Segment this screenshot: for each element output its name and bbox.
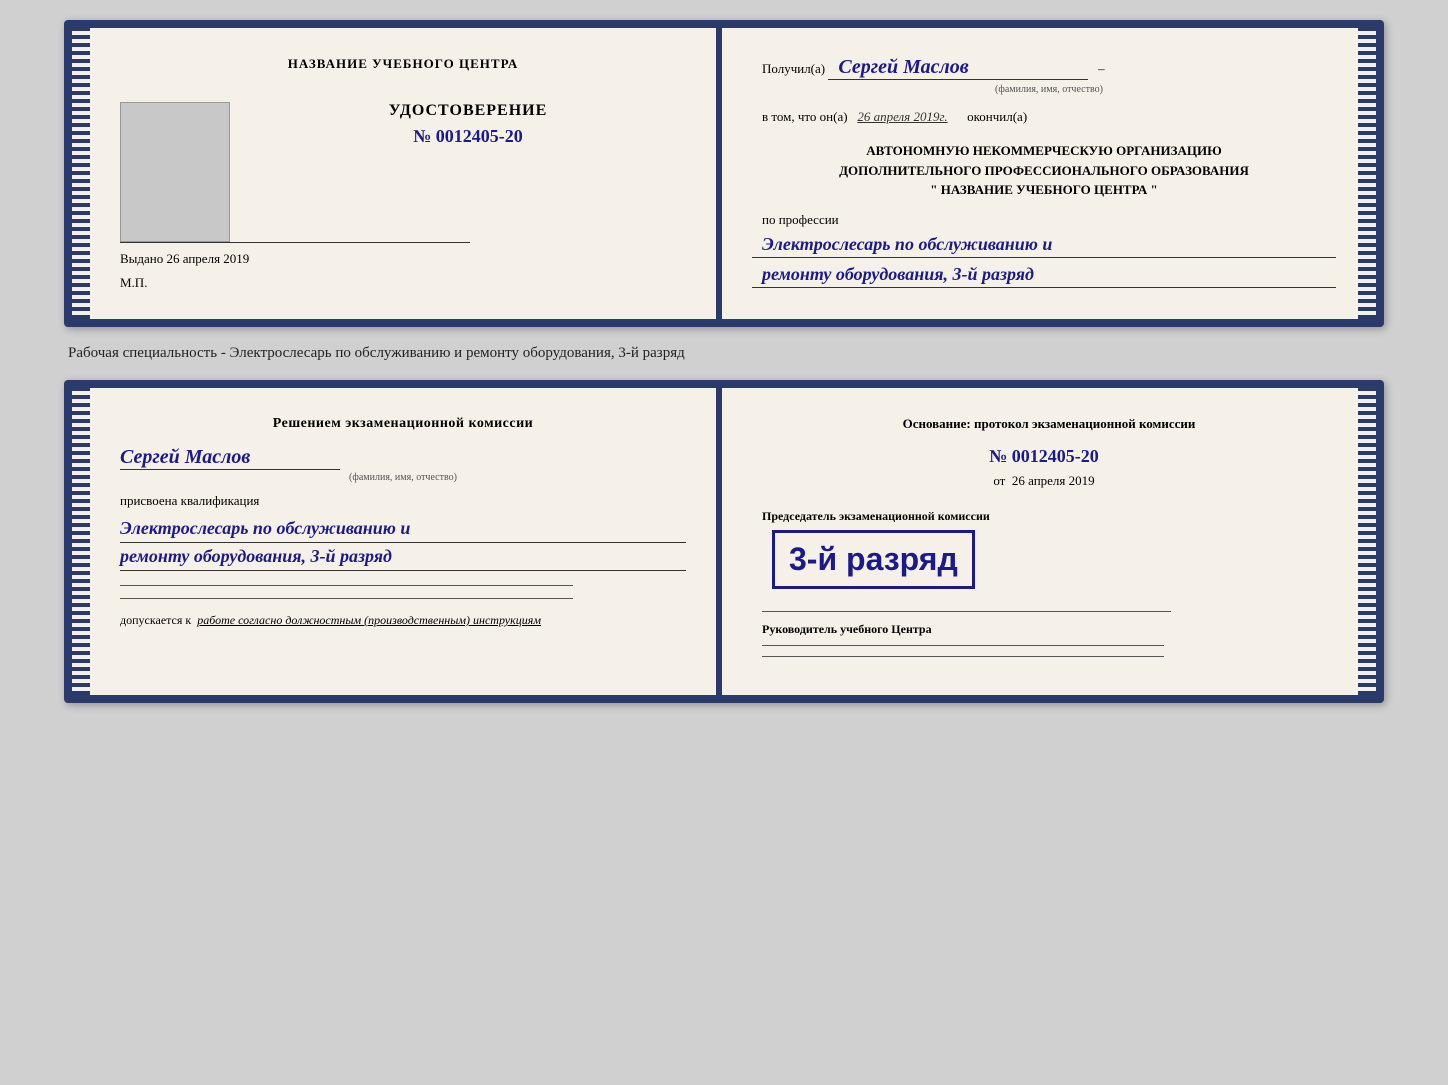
allowed-label: допускается к работе согласно должностны… — [120, 613, 686, 628]
issued-label: Выдано — [120, 251, 163, 266]
director-line2 — [762, 656, 1164, 657]
line2 — [120, 598, 573, 599]
completed-suffix: окончил(а) — [967, 109, 1027, 124]
top-cert-center-title: НАЗВАНИЕ УЧЕБНОГО ЦЕНТРА — [102, 56, 686, 72]
chairman-label: Председатель экзаменационной комиссии — [752, 509, 1336, 524]
basis-title: Основание: протокол экзаменационной коми… — [752, 416, 1336, 432]
protocol-date-prefix: от — [993, 473, 1005, 488]
fio-label-top: (фамилия, имя, отчество) — [762, 84, 1336, 95]
mp-label: М.П. — [102, 275, 686, 291]
protocol-number: № 0012405-20 — [752, 446, 1336, 467]
line1 — [120, 585, 573, 586]
allowed-text: работе согласно должностным (производств… — [197, 613, 541, 627]
profession-line1: Электрослесарь по обслуживанию и — [752, 232, 1336, 258]
protocol-date-value: 26 апреля 2019 — [1012, 473, 1095, 488]
fio2-label: (фамилия, имя, отчество) — [120, 472, 686, 483]
stamp-box: 3-й разряд — [772, 530, 975, 589]
org-line1: АВТОНОМНУЮ НЕКОММЕРЧЕСКУЮ ОРГАНИЗАЦИЮ — [752, 141, 1336, 161]
bottom-right-edge-decor — [1358, 388, 1376, 695]
profession-label: по профессии — [752, 212, 1336, 228]
chairman-sig-line — [762, 611, 1171, 612]
commission-name: Сергей Маслов — [120, 446, 340, 470]
org-line3: " НАЗВАНИЕ УЧЕБНОГО ЦЕНТРА " — [752, 180, 1336, 200]
profession-line2: ремонту оборудования, 3-й разряд — [752, 262, 1336, 288]
qual-text2: ремонту оборудования, 3-й разряд — [120, 543, 686, 571]
protocol-date: от 26 апреля 2019 — [752, 473, 1336, 489]
stamp-text: 3-й разряд — [789, 541, 958, 577]
photo-area — [120, 102, 230, 242]
director-label: Руководитель учебного Центра — [752, 622, 1336, 637]
issued-date: 26 апреля 2019 — [167, 251, 250, 266]
allowed-prefix: допускается к — [120, 613, 191, 627]
top-cert-left: НАЗВАНИЕ УЧЕБНОГО ЦЕНТРА УДОСТОВЕРЕНИЕ №… — [72, 28, 716, 319]
bottom-cert-right: Основание: протокол экзаменационной коми… — [722, 388, 1376, 695]
director-line1 — [762, 645, 1164, 646]
issued-line: Выдано 26 апреля 2019 — [102, 251, 686, 267]
top-certificate: НАЗВАНИЕ УЧЕБНОГО ЦЕНТРА УДОСТОВЕРЕНИЕ №… — [64, 20, 1384, 327]
top-cert-right: Получил(а) Сергей Маслов – (фамилия, имя… — [722, 28, 1376, 319]
qual-text1: Электрослесарь по обслуживанию и — [120, 515, 686, 543]
bottom-certificate: Решением экзаменационной комиссии Сергей… — [64, 380, 1384, 703]
recipient-name: Сергей Маслов — [828, 56, 1088, 80]
right-edge-decor — [1358, 28, 1376, 319]
qualification-label: присвоена квалификация — [102, 493, 686, 509]
decision-title: Решением экзаменационной комиссии — [102, 416, 686, 432]
bottom-cert-left: Решением экзаменационной комиссии Сергей… — [72, 388, 716, 695]
org-block: АВТОНОМНУЮ НЕКОММЕРЧЕСКУЮ ОРГАНИЗАЦИЮ ДО… — [752, 141, 1336, 200]
between-label: Рабочая специальность - Электрослесарь п… — [64, 345, 1384, 362]
org-line2: ДОПОЛНИТЕЛЬНОГО ПРОФЕССИОНАЛЬНОГО ОБРАЗО… — [752, 161, 1336, 181]
completed-line: в том, что он(а) 26 апреля 2019г. окончи… — [752, 109, 1336, 125]
completed-date: 26 апреля 2019г. — [857, 109, 947, 124]
recipient-line: Получил(а) Сергей Маслов – — [752, 56, 1336, 80]
recipient-prefix: Получил(а) — [762, 61, 825, 76]
completed-prefix: в том, что он(а) — [762, 109, 848, 124]
director-sig-lines — [762, 645, 1336, 657]
doc-title: УДОСТОВЕРЕНИЕ — [232, 102, 686, 120]
signature-lines — [120, 585, 686, 599]
doc-number: № 0012405-20 — [232, 126, 686, 147]
